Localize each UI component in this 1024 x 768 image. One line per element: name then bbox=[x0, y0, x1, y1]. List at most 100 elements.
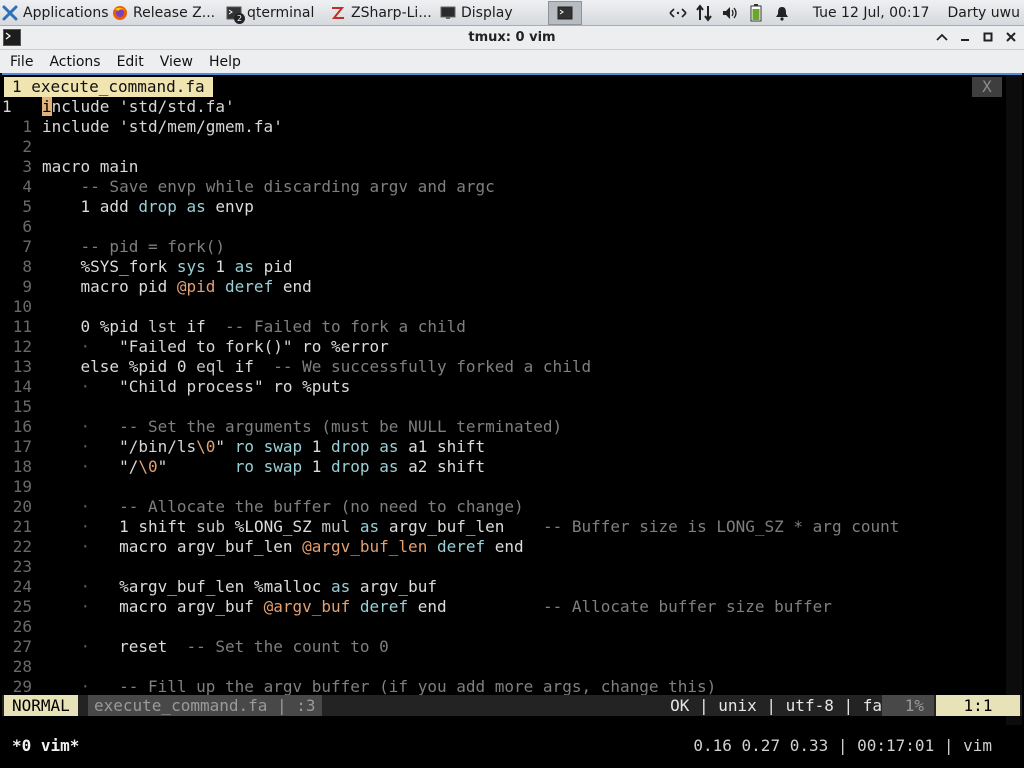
code-token: \0 bbox=[138, 457, 158, 476]
code-line[interactable]: 20 · -- Allocate the buffer (no need to … bbox=[2, 497, 1022, 517]
code-token: lst bbox=[147, 317, 177, 336]
terminal-area[interactable]: 1 execute_command.fa X 1 include 'std/std… bbox=[2, 73, 1022, 768]
code-token: -- Fill up the argv buffer (if you add m… bbox=[119, 677, 717, 696]
window-minimize-button[interactable] bbox=[957, 27, 972, 47]
code-token: argv_buf_len bbox=[379, 517, 543, 536]
code-line[interactable]: 18 · "/\0" ro swap 1 drop as a2 shift bbox=[2, 457, 1022, 477]
code-line[interactable]: 28 bbox=[2, 657, 1022, 677]
line-number: 15 bbox=[12, 397, 32, 416]
vim-editor-buffer[interactable]: 1 include 'std/std.fa' 1 include 'std/mem/g… bbox=[2, 97, 1022, 697]
code-text: · reset -- Set the count to 0 bbox=[42, 637, 389, 657]
code-line[interactable]: 1 include 'std/std.fa' bbox=[2, 97, 1022, 117]
menu-edit[interactable]: Edit bbox=[109, 54, 152, 70]
taskbar-item-display[interactable]: Display bbox=[436, 1, 544, 25]
notification-bell-icon[interactable] bbox=[773, 4, 791, 22]
code-token: drop bbox=[138, 197, 177, 216]
window-titlebar[interactable]: tmux: 0 vim bbox=[0, 26, 1024, 50]
line-number: 26 bbox=[12, 617, 32, 636]
code-line[interactable]: 3 macro main bbox=[2, 157, 1022, 177]
line-number: 2 bbox=[22, 137, 32, 156]
vim-mode-indicator: NORMAL bbox=[4, 695, 78, 716]
clock[interactable]: Tue 12 Jul, 00:17 bbox=[813, 5, 930, 21]
network-arrows-icon[interactable] bbox=[669, 4, 687, 22]
code-line[interactable]: 2 bbox=[2, 137, 1022, 157]
user-menu[interactable]: Darty uwu bbox=[947, 5, 1020, 21]
line-number: 6 bbox=[22, 217, 32, 236]
code-line[interactable]: 25 · macro argv_buf @argv_buf deref end … bbox=[2, 597, 1022, 617]
code-token: · bbox=[80, 637, 91, 656]
code-line[interactable]: 10 bbox=[2, 297, 1022, 317]
code-token: end bbox=[485, 537, 524, 556]
taskbar-item-active-terminal[interactable] bbox=[548, 0, 582, 25]
firefox-icon bbox=[112, 5, 128, 21]
code-token: "Failed to fork()" bbox=[119, 337, 293, 356]
code-token: "Child process" bbox=[119, 377, 264, 396]
code-line[interactable]: 8 %SYS_fork sys 1 as pid bbox=[2, 257, 1022, 277]
taskbar-item-qterminal[interactable]: 2 qterminal bbox=[222, 1, 326, 25]
code-token: if bbox=[176, 317, 226, 336]
battery-icon[interactable] bbox=[747, 3, 765, 22]
code-token: macro main bbox=[42, 157, 139, 176]
code-line[interactable]: 26 bbox=[2, 617, 1022, 637]
code-line[interactable]: 4 -- Save envp while discarding argv and… bbox=[2, 177, 1022, 197]
code-token: %SYS_fork bbox=[42, 257, 177, 276]
code-line[interactable]: 22 · macro argv_buf_len @argv_buf_len de… bbox=[2, 537, 1022, 557]
volume-icon[interactable] bbox=[721, 4, 739, 22]
code-line[interactable]: 23 bbox=[2, 557, 1022, 577]
code-line[interactable]: 16 · -- Set the arguments (must be NULL … bbox=[2, 417, 1022, 437]
code-text: · "Child process" ro %puts bbox=[42, 377, 351, 397]
code-line[interactable]: 11 0 %pid lst if -- Failed to fork a chi… bbox=[2, 317, 1022, 337]
code-line[interactable]: 27 · reset -- Set the count to 0 bbox=[2, 637, 1022, 657]
window-close-button[interactable] bbox=[1003, 27, 1018, 47]
code-line[interactable]: 12 · "Failed to fork()" ro %error bbox=[2, 337, 1022, 357]
code-line[interactable]: 14 · "Child process" ro %puts bbox=[2, 377, 1022, 397]
line-number: 27 bbox=[12, 637, 32, 656]
code-token: · bbox=[80, 417, 91, 436]
code-text: · "/\0" ro swap 1 drop as a2 shift bbox=[42, 457, 486, 477]
code-line[interactable]: 13 else %pid 0 eql if -- We successfully… bbox=[2, 357, 1022, 377]
code-token: deref bbox=[225, 277, 274, 296]
vim-tab-active[interactable]: 1 execute_command.fa bbox=[4, 77, 213, 97]
code-line[interactable]: 5 1 add drop as envp bbox=[2, 197, 1022, 217]
code-line[interactable]: 19 bbox=[2, 477, 1022, 497]
code-token: as bbox=[359, 517, 380, 536]
code-line[interactable]: 1 include 'std/mem/gmem.fa' bbox=[2, 117, 1022, 137]
code-line[interactable]: 9 macro pid @pid deref end bbox=[2, 277, 1022, 297]
menu-actions[interactable]: Actions bbox=[41, 54, 108, 70]
window-keep-above-button[interactable] bbox=[934, 27, 949, 47]
applications-icon bbox=[2, 5, 18, 21]
line-number: 14 bbox=[12, 377, 32, 396]
code-text: else %pid 0 eql if -- We successfully fo… bbox=[42, 357, 592, 377]
code-token: " bbox=[157, 457, 168, 476]
applications-menu-button[interactable]: Applications bbox=[0, 1, 108, 25]
code-line[interactable]: 17 · "/bin/ls\0" ro swap 1 drop as a1 sh… bbox=[2, 437, 1022, 457]
menu-view[interactable]: View bbox=[152, 54, 201, 70]
chevron-up-icon bbox=[935, 33, 948, 41]
line-number: 11 bbox=[12, 317, 32, 336]
menu-help[interactable]: Help bbox=[201, 54, 249, 70]
code-token: · bbox=[80, 457, 91, 476]
code-line[interactable]: 15 bbox=[2, 397, 1022, 417]
code-line[interactable]: 6 bbox=[2, 217, 1022, 237]
code-token: %LONG_SZ bbox=[225, 517, 322, 536]
code-text: · -- Fill up the argv buffer (if you add… bbox=[42, 677, 717, 697]
code-line[interactable]: 29 · -- Fill up the argv buffer (if you … bbox=[2, 677, 1022, 697]
taskbar-item-firefox[interactable]: Release Z... bbox=[108, 1, 222, 25]
applications-label: Applications bbox=[23, 4, 108, 21]
menu-file[interactable]: File bbox=[2, 54, 41, 70]
code-line[interactable]: 24 · %argv_buf_len %malloc as argv_buf bbox=[2, 577, 1022, 597]
line-number: 20 bbox=[12, 497, 32, 516]
code-line[interactable]: 7 -- pid = fork() bbox=[2, 237, 1022, 257]
window-maximize-button[interactable] bbox=[980, 27, 995, 47]
code-line[interactable]: 21 · 1 shift sub %LONG_SZ mul as argv_bu… bbox=[2, 517, 1022, 537]
code-token: end bbox=[408, 597, 543, 616]
tmux-window-indicator[interactable]: *0 vim* bbox=[12, 735, 79, 757]
taskbar-item-zsharp[interactable]: ZSharp-Li... bbox=[326, 1, 436, 25]
code-text: · "Failed to fork()" ro %error bbox=[42, 337, 389, 357]
tmux-status-right: 0.16 0.27 0.33 | 00:17:01 | vim bbox=[693, 736, 992, 755]
network-transfer-icon[interactable] bbox=[695, 3, 713, 22]
vim-tab-close-button[interactable]: X bbox=[972, 77, 1002, 97]
